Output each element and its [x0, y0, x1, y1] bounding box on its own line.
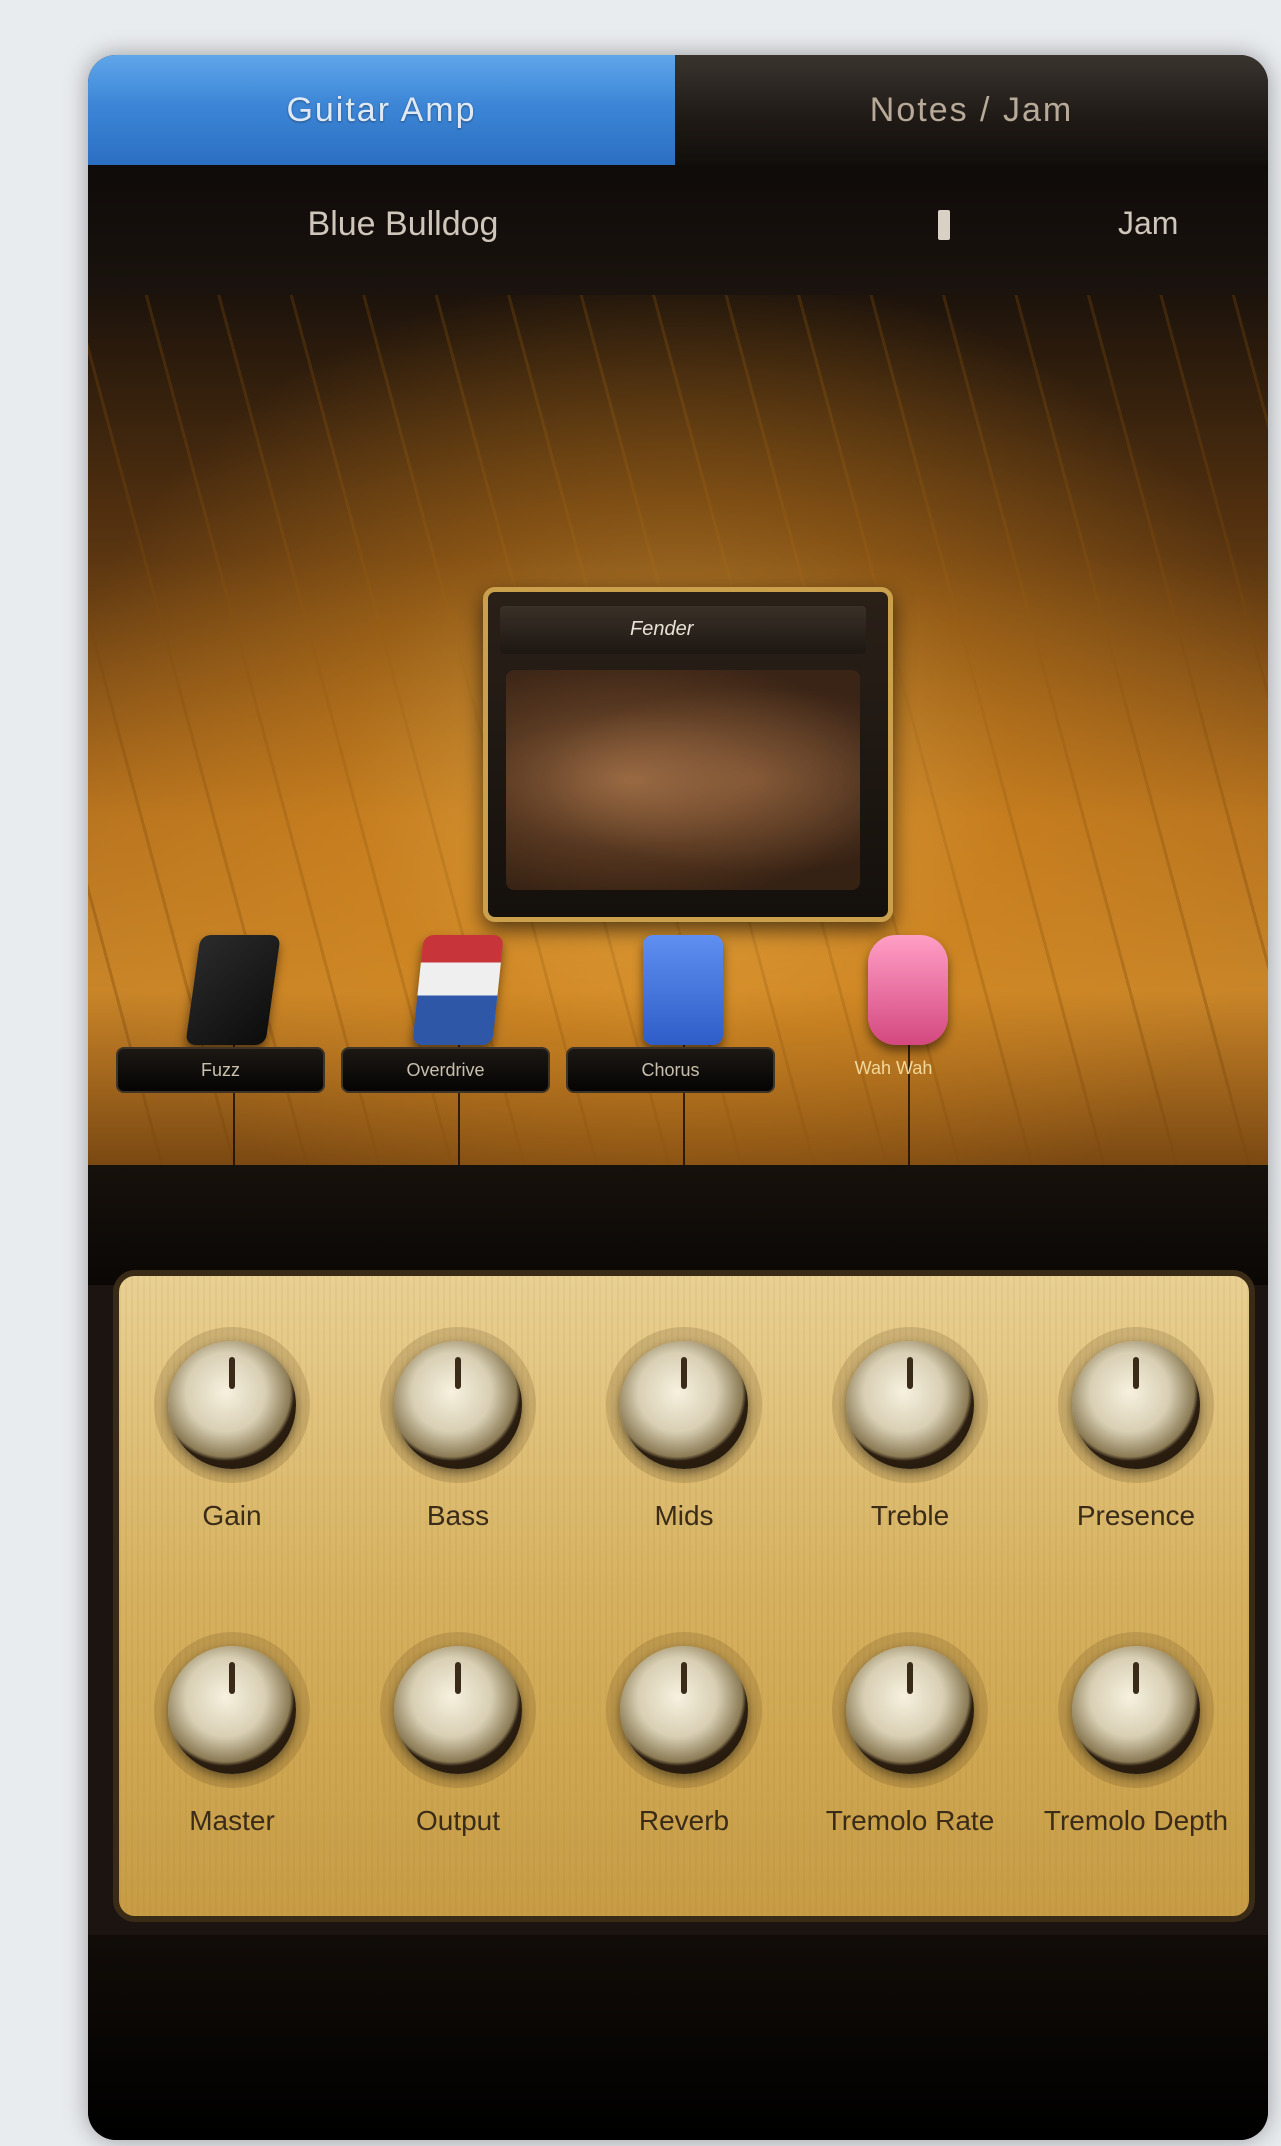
chorus-pedal-icon[interactable] [643, 935, 723, 1045]
wah-pedal-icon[interactable] [868, 935, 948, 1045]
pedal-label-wah[interactable]: Wah Wah [791, 1047, 996, 1089]
pedal-label-overdrive[interactable]: Overdrive [341, 1047, 550, 1093]
tremolo-rate-knob[interactable] [846, 1646, 974, 1774]
knob-row-1: Gain Bass Mids Treble Presence [119, 1341, 1249, 1533]
knob-reverb[interactable]: Reverb [571, 1646, 797, 1838]
overdrive-pedal-icon[interactable] [412, 935, 504, 1045]
knob-label: Reverb [638, 1805, 730, 1836]
knob-label: Tremolo Depth [1043, 1805, 1229, 1836]
knob-label: Master [189, 1805, 275, 1836]
knob-tremolo-rate[interactable]: Tremolo Rate [797, 1646, 1023, 1838]
knob-tremolo-depth[interactable]: Tremolo Depth [1023, 1646, 1249, 1838]
fuzz-pedal-icon[interactable] [185, 935, 281, 1045]
knob-bass[interactable]: Bass [345, 1341, 571, 1533]
knob-label: Output [415, 1805, 501, 1836]
knob-treble[interactable]: Treble [797, 1341, 1023, 1533]
knob-label: Bass [426, 1500, 490, 1531]
output-knob[interactable] [394, 1646, 522, 1774]
tab-guitar-amp[interactable]: Guitar Amp [88, 55, 675, 171]
reverb-knob[interactable] [620, 1646, 748, 1774]
master-knob[interactable] [168, 1646, 296, 1774]
mids-knob[interactable] [620, 1341, 748, 1469]
knob-label: Treble [870, 1500, 950, 1531]
knob-label: Mids [654, 1500, 714, 1531]
knob-row-2: Master Output Reverb Tremolo Rate Tremol… [119, 1646, 1249, 1838]
amp-stage: Fender Fuzz Overdrive Chorus Wah Wah [88, 295, 1268, 1165]
bottom-strip [88, 1935, 1268, 2140]
presence-knob[interactable] [1072, 1341, 1200, 1469]
knob-label: Presence [1076, 1500, 1196, 1531]
pedal-label-fuzz[interactable]: Fuzz [116, 1047, 325, 1093]
device-frame: Guitar Amp Notes / Jam Blue Bulldog Jam … [88, 55, 1268, 2140]
knob-presence[interactable]: Presence [1023, 1341, 1249, 1533]
jam-button[interactable]: Jam [1118, 205, 1178, 242]
title-bar: Blue Bulldog Jam [88, 165, 1268, 295]
divider-band [88, 1165, 1268, 1285]
gain-knob[interactable] [168, 1341, 296, 1469]
amp-cabinet[interactable]: Fender [483, 587, 893, 922]
preset-name[interactable]: Blue Bulldog [238, 205, 568, 244]
amp-grille [506, 670, 860, 890]
knob-label: Gain [202, 1500, 262, 1531]
knob-output[interactable]: Output [345, 1646, 571, 1838]
tab-bar: Guitar Amp Notes / Jam [88, 55, 1268, 171]
amp-logo: Fender [630, 618, 694, 640]
knob-panel: Gain Bass Mids Treble Presence Master Ou… [113, 1270, 1255, 1922]
bass-knob[interactable] [394, 1341, 522, 1469]
tremolo-depth-knob[interactable] [1072, 1646, 1200, 1774]
knob-gain[interactable]: Gain [119, 1341, 345, 1533]
knob-mids[interactable]: Mids [571, 1341, 797, 1533]
tuner-icon[interactable] [931, 207, 957, 243]
knob-label: Tremolo Rate [825, 1805, 995, 1836]
knob-master[interactable]: Master [119, 1646, 345, 1838]
tab-notes[interactable]: Notes / Jam [675, 55, 1268, 165]
tuner-bar [938, 210, 950, 240]
pedal-label-chorus[interactable]: Chorus [566, 1047, 775, 1093]
treble-knob[interactable] [846, 1341, 974, 1469]
amp-control-panel: Fender [500, 606, 866, 654]
